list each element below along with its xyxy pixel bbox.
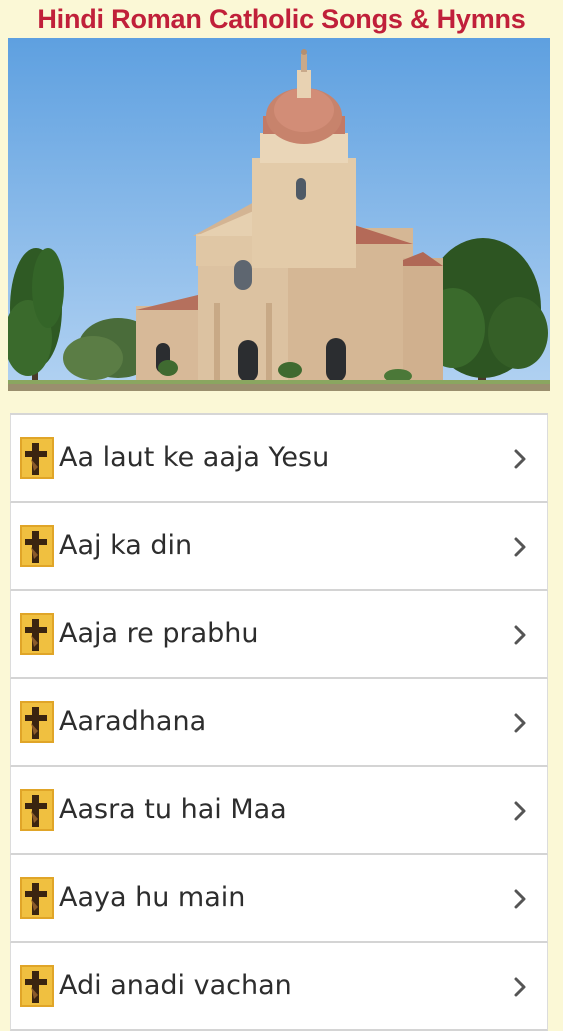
cross-icon [20,701,54,743]
list-item[interactable]: Aaya hu main [10,855,548,943]
list-item-label: Aasra tu hai Maa [59,794,287,825]
chevron-right-icon [513,448,527,470]
chevron-right-icon [513,536,527,558]
list-item[interactable]: Aasra tu hai Maa [10,767,548,855]
cross-icon [20,965,54,1007]
list-item-label: Aaja re prabhu [59,618,259,649]
list-item-label: Aa laut ke aaja Yesu [59,442,330,473]
list-item[interactable]: Aaja re prabhu [10,591,548,679]
cross-icon [20,789,54,831]
app-title: Hindi Roman Catholic Songs & Hymns [37,4,526,34]
song-list: Aa laut ke aaja Yesu Aaj ka din Aaja re … [10,413,548,1031]
chevron-right-icon [513,800,527,822]
cross-icon [20,613,54,655]
church-banner-image [8,38,550,391]
chevron-right-icon [513,712,527,734]
list-item-label: Aaradhana [59,706,207,737]
chevron-right-icon [513,976,527,998]
list-item[interactable]: Aa laut ke aaja Yesu [10,415,548,503]
cross-icon [20,437,54,479]
list-item-label: Aaj ka din [59,530,193,561]
cross-icon [20,877,54,919]
list-item[interactable]: Aaj ka din [10,503,548,591]
list-item-label: Adi anadi vachan [59,970,292,1001]
chevron-right-icon [513,624,527,646]
list-item[interactable]: Aaradhana [10,679,548,767]
chevron-right-icon [513,888,527,910]
list-item[interactable]: Adi anadi vachan [10,943,548,1031]
list-item-label: Aaya hu main [59,882,246,913]
cross-icon [20,525,54,567]
